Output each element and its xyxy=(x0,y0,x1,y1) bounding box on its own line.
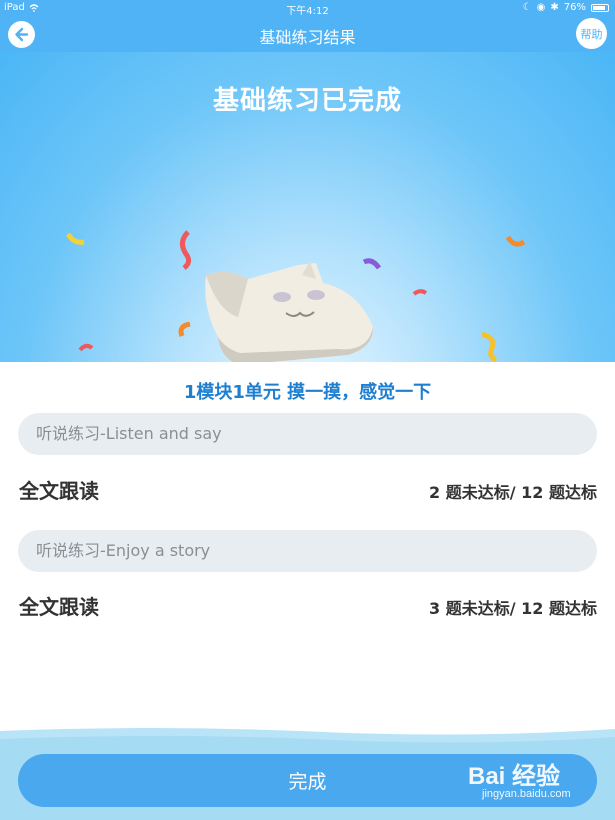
confetti-icon xyxy=(178,322,191,337)
confetti-icon xyxy=(412,289,428,296)
section-header: 听说练习-Enjoy a story xyxy=(18,530,597,572)
confetti-icon xyxy=(481,332,498,362)
confetti-icon xyxy=(78,343,94,352)
watermark-brand: Bai 经验 xyxy=(468,763,561,790)
watermark-url: jingyan.baidu.com xyxy=(482,788,571,800)
hero-banner: 基础练习已完成 xyxy=(0,52,615,362)
list-item[interactable]: 全文跟读 3 题未达标/ 12 题达标 xyxy=(19,591,597,621)
battery-percent: 76% xyxy=(563,2,586,13)
status-right: ☾ ◉ ✱ 76% xyxy=(523,2,609,13)
cat-mascot xyxy=(205,261,374,362)
lock-rotation-icon: ◉ xyxy=(536,2,546,13)
item-label: 全文跟读 xyxy=(19,595,99,619)
confetti-icon xyxy=(180,230,192,270)
unit-title: 1模块1单元 摸一摸，感觉一下 xyxy=(183,382,432,403)
watermark-logo: Bai 经验 jingyan.baidu.com xyxy=(468,756,608,808)
bluetooth-icon: ✱ xyxy=(550,2,559,13)
confetti-icon xyxy=(506,235,526,247)
battery-icon xyxy=(591,3,609,12)
item-result: 2 题未达标/ 12 题达标 xyxy=(429,483,597,502)
list-item[interactable]: 全文跟读 2 题未达标/ 12 题达标 xyxy=(19,475,597,505)
item-result: 3 题未达标/ 12 题达标 xyxy=(429,599,597,618)
help-button[interactable]: 帮助 xyxy=(576,18,607,49)
moon-icon: ☾ xyxy=(522,2,532,13)
section-header: 听说练习-Listen and say xyxy=(18,413,597,455)
page-title: 基础练习结果 xyxy=(259,28,356,47)
confetti-icon xyxy=(66,232,85,245)
item-label: 全文跟读 xyxy=(19,479,99,503)
status-bar: iPad 下午4:12 ☾ ◉ ✱ 76% xyxy=(0,0,615,17)
nav-bar: 基础练习结果 帮助 xyxy=(0,16,615,52)
hero-title: 基础练习已完成 xyxy=(212,86,402,116)
